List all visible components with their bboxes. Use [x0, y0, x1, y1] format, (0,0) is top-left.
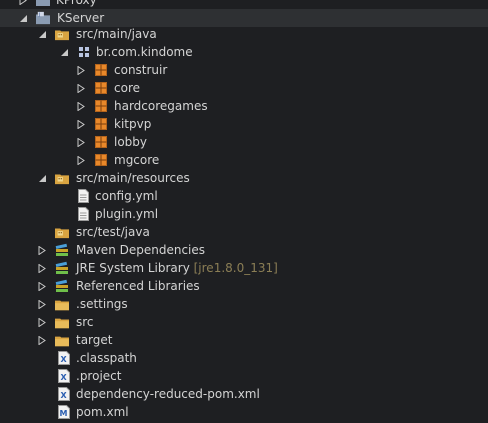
package-icon	[94, 99, 108, 113]
collapsed-arrow-icon[interactable]	[76, 83, 86, 93]
project-explorer-tree: KProxy J KServer src/main/java br.com.ki…	[0, 0, 488, 423]
svg-text:X: X	[61, 355, 68, 364]
tree-item-label: core	[114, 81, 140, 95]
library-icon	[55, 243, 69, 257]
library-icon	[55, 261, 69, 275]
tree-item-kitpvp[interactable]: kitpvp	[0, 115, 488, 133]
tree-item-config-yml[interactable]: config.yml	[0, 187, 488, 205]
tree-item-src-main-java[interactable]: src/main/java	[0, 25, 488, 43]
package-icon	[94, 81, 108, 95]
tree-item-label: .classpath	[76, 351, 137, 365]
tree-item-dependency-reduced-pom[interactable]: X dependency-reduced-pom.xml	[0, 385, 488, 403]
tree-item-label: .settings	[76, 297, 128, 311]
tree-item-mgcore[interactable]: mgcore	[0, 151, 488, 169]
svg-text:X: X	[61, 373, 68, 382]
tree-item-label: construir	[114, 63, 168, 77]
tree-item-lobby[interactable]: lobby	[0, 133, 488, 151]
java-project-icon: J	[36, 11, 50, 25]
file-icon	[76, 207, 90, 221]
expanded-arrow-icon[interactable]	[37, 173, 47, 183]
folder-icon	[55, 315, 69, 329]
tree-item-label: src	[76, 315, 94, 329]
expanded-arrow-icon[interactable]	[59, 47, 69, 57]
folder-icon	[55, 333, 69, 347]
collapsed-arrow-icon[interactable]	[18, 0, 28, 5]
tree-item-plugin-yml[interactable]: plugin.yml	[0, 205, 488, 223]
tree-item-label: br.com.kindome	[96, 45, 193, 59]
tree-item-label: mgcore	[114, 153, 160, 167]
source-folder-icon	[55, 225, 69, 239]
tree-item-label: target	[76, 333, 113, 347]
tree-item-referenced-libraries[interactable]: Referenced Libraries	[0, 277, 488, 295]
maven-pom-icon: M	[57, 405, 71, 419]
svg-text:X: X	[61, 391, 68, 400]
tree-item-label: src/main/java	[76, 27, 157, 41]
collapsed-arrow-icon[interactable]	[37, 335, 47, 345]
tree-item-label: src/main/resources	[76, 171, 190, 185]
tree-item-label: .project	[76, 369, 122, 383]
tree-item-project[interactable]: X .project	[0, 367, 488, 385]
tree-item-label: Referenced Libraries	[76, 279, 200, 293]
collapsed-arrow-icon[interactable]	[37, 281, 47, 291]
collapsed-arrow-icon[interactable]	[37, 317, 47, 327]
tree-item-label: src/test/java	[76, 225, 150, 239]
tree-item-jre-system-library[interactable]: JRE System Library [jre1.8.0_131]	[0, 259, 488, 277]
folder-icon	[55, 297, 69, 311]
tree-item-hardcoregames[interactable]: hardcoregames	[0, 97, 488, 115]
expanded-arrow-icon[interactable]	[18, 13, 28, 23]
expanded-arrow-icon[interactable]	[37, 29, 47, 39]
library-icon	[55, 279, 69, 293]
package-group-icon	[77, 45, 91, 59]
collapsed-arrow-icon[interactable]	[76, 119, 86, 129]
source-folder-icon	[55, 27, 69, 41]
tree-item-decoration: [jre1.8.0_131]	[193, 261, 278, 275]
tree-item-src-main-resources[interactable]: src/main/resources	[0, 169, 488, 187]
tree-item-label: KProxy	[56, 0, 97, 7]
tree-item-label: JRE System Library [jre1.8.0_131]	[76, 260, 278, 276]
file-icon	[76, 189, 90, 203]
collapsed-arrow-icon[interactable]	[37, 263, 47, 273]
tree-item-construir[interactable]: construir	[0, 61, 488, 79]
tree-item-label: hardcoregames	[114, 99, 208, 113]
tree-item-kproxy[interactable]: KProxy	[0, 0, 488, 9]
tree-item-label: config.yml	[95, 189, 158, 203]
tree-item-label: kitpvp	[114, 117, 152, 131]
collapsed-arrow-icon[interactable]	[76, 65, 86, 75]
package-icon	[94, 117, 108, 131]
tree-item-label-text: JRE System Library	[76, 261, 190, 275]
svg-text:J: J	[38, 12, 40, 18]
xml-file-icon: X	[57, 351, 71, 365]
package-icon	[94, 153, 108, 167]
tree-item-label: dependency-reduced-pom.xml	[76, 387, 260, 401]
tree-item-settings[interactable]: .settings	[0, 295, 488, 313]
tree-item-label: lobby	[114, 135, 148, 149]
tree-item-label: plugin.yml	[95, 207, 159, 221]
tree-item-src-test-java[interactable]: src/test/java	[0, 223, 488, 241]
tree-item-label: Maven Dependencies	[76, 243, 206, 257]
tree-item-src[interactable]: src	[0, 313, 488, 331]
xml-file-icon: X	[57, 387, 71, 401]
svg-text:M: M	[60, 409, 68, 418]
tree-item-classpath[interactable]: X .classpath	[0, 349, 488, 367]
tree-item-label: pom.xml	[76, 405, 129, 419]
collapsed-arrow-icon[interactable]	[37, 299, 47, 309]
collapsed-arrow-icon[interactable]	[76, 155, 86, 165]
tree-item-maven-dependencies[interactable]: Maven Dependencies	[0, 241, 488, 259]
package-icon	[94, 63, 108, 77]
package-icon	[94, 135, 108, 149]
tree-item-pom-xml[interactable]: M pom.xml	[0, 403, 488, 421]
collapsed-arrow-icon[interactable]	[76, 101, 86, 111]
collapsed-arrow-icon[interactable]	[37, 245, 47, 255]
source-folder-icon	[55, 171, 69, 185]
collapsed-arrow-icon[interactable]	[76, 137, 86, 147]
tree-item-core[interactable]: core	[0, 79, 488, 97]
tree-item-br-com-kindome[interactable]: br.com.kindome	[0, 43, 488, 61]
xml-file-icon: X	[57, 369, 71, 383]
tree-item-label: KServer	[57, 11, 105, 25]
tree-item-target[interactable]: target	[0, 331, 488, 349]
project-folder-icon	[36, 0, 50, 7]
